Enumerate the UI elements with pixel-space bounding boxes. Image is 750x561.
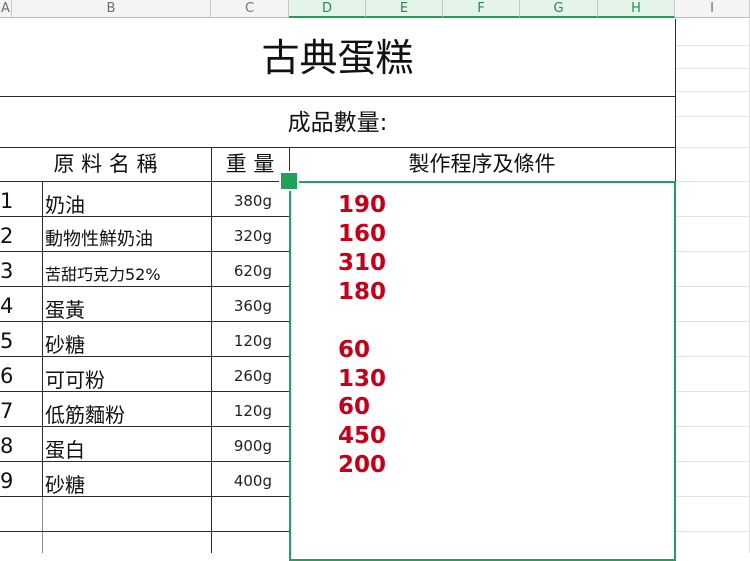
weight-cell[interactable]: 360g bbox=[212, 297, 272, 315]
row-number[interactable]: 9 bbox=[0, 469, 30, 493]
table-border bbox=[0, 391, 290, 392]
column-header-e[interactable]: E bbox=[366, 0, 443, 18]
output-quantity-label[interactable]: 成品數量: bbox=[0, 97, 675, 147]
gridline bbox=[675, 391, 750, 392]
gridline bbox=[675, 356, 750, 357]
ingredient-cell[interactable]: 低筋麵粉 bbox=[45, 399, 125, 428]
weight-cell[interactable]: 900g bbox=[212, 437, 272, 455]
column-header-g[interactable]: G bbox=[520, 0, 598, 18]
column-header-c[interactable]: C bbox=[211, 0, 289, 18]
weight-cell[interactable]: 400g bbox=[212, 472, 272, 490]
gridline bbox=[675, 251, 750, 252]
ingredient-cell[interactable]: 砂糖 bbox=[45, 469, 85, 498]
gridline bbox=[675, 91, 750, 92]
column-header-f[interactable]: F bbox=[443, 0, 520, 18]
gridline bbox=[675, 68, 750, 69]
header-procedure[interactable]: 製作程序及條件 bbox=[289, 147, 675, 182]
weight-cell[interactable]: 120g bbox=[212, 332, 272, 350]
table-border bbox=[0, 461, 290, 462]
row-number[interactable]: 2 bbox=[0, 224, 30, 248]
procedure-value[interactable]: 130 bbox=[338, 366, 386, 392]
row-number[interactable]: 6 bbox=[0, 364, 30, 388]
header-weight[interactable]: 重 量 bbox=[211, 147, 289, 182]
gridline bbox=[675, 147, 750, 148]
weight-cell[interactable]: 260g bbox=[212, 367, 272, 385]
procedure-value[interactable]: 200 bbox=[338, 452, 386, 478]
gridline bbox=[675, 531, 750, 532]
gridline bbox=[675, 286, 750, 287]
ingredient-cell[interactable]: 砂糖 bbox=[45, 329, 85, 358]
ingredient-cell[interactable]: 可可粉 bbox=[45, 364, 105, 393]
header-ingredient-name[interactable]: 原 料 名 稱 bbox=[0, 147, 211, 182]
gridline bbox=[675, 116, 750, 117]
weight-cell[interactable]: 320g bbox=[212, 227, 272, 245]
gridline bbox=[675, 181, 750, 182]
weight-cell[interactable]: 380g bbox=[212, 192, 272, 210]
procedure-value[interactable]: 60 bbox=[338, 394, 370, 420]
procedure-value[interactable]: 60 bbox=[338, 337, 370, 363]
column-header-a[interactable]: A bbox=[0, 0, 12, 18]
gridline bbox=[675, 45, 750, 46]
gridline bbox=[675, 496, 750, 497]
ingredient-cell[interactable]: 奶油 bbox=[45, 189, 85, 218]
column-header-i[interactable]: I bbox=[675, 0, 750, 18]
row-number[interactable]: 5 bbox=[0, 329, 30, 353]
table-border bbox=[0, 251, 290, 252]
gridline bbox=[675, 461, 750, 462]
weight-cell[interactable]: 120g bbox=[212, 402, 272, 420]
ingredient-cell[interactable]: 蛋黃 bbox=[45, 294, 85, 323]
ingredient-cell[interactable]: 動物性鮮奶油 bbox=[45, 225, 153, 251]
row-number[interactable]: 7 bbox=[0, 399, 30, 423]
column-header-h[interactable]: H bbox=[598, 0, 675, 18]
table-border bbox=[42, 181, 43, 497]
procedure-value[interactable]: 310 bbox=[338, 250, 386, 276]
table-border bbox=[0, 496, 290, 497]
gridline bbox=[675, 426, 750, 427]
column-header-b[interactable]: B bbox=[12, 0, 211, 18]
column-header-d[interactable]: D bbox=[289, 0, 366, 18]
row-number[interactable]: 4 bbox=[0, 294, 30, 318]
row-number[interactable]: 1 bbox=[0, 189, 30, 213]
procedure-value[interactable]: 450 bbox=[338, 423, 386, 449]
ingredient-cell[interactable]: 蛋白 bbox=[45, 434, 85, 463]
table-border bbox=[0, 531, 290, 532]
procedure-value[interactable]: 160 bbox=[338, 221, 386, 247]
table-border bbox=[0, 286, 290, 287]
selection-handle[interactable] bbox=[279, 171, 299, 191]
table-border bbox=[0, 216, 290, 217]
table-border bbox=[0, 426, 290, 427]
spreadsheet-grid[interactable]: A B C D E F G H I 古典蛋糕 成品數量: 原 料 名 稱 重 量… bbox=[0, 0, 750, 561]
weight-cell[interactable]: 620g bbox=[212, 262, 272, 280]
ingredient-cell[interactable]: 苦甜巧克力52% bbox=[45, 261, 161, 285]
table-border bbox=[0, 356, 290, 357]
sheet-title[interactable]: 古典蛋糕 bbox=[0, 19, 675, 96]
procedure-value[interactable]: 190 bbox=[338, 192, 386, 218]
procedure-value[interactable]: 180 bbox=[338, 279, 386, 305]
gridline bbox=[675, 216, 750, 217]
table-border bbox=[0, 321, 290, 322]
row-number[interactable]: 3 bbox=[0, 259, 30, 283]
table-border bbox=[42, 497, 43, 553]
row-number[interactable]: 8 bbox=[0, 434, 30, 458]
gridline bbox=[675, 321, 750, 322]
